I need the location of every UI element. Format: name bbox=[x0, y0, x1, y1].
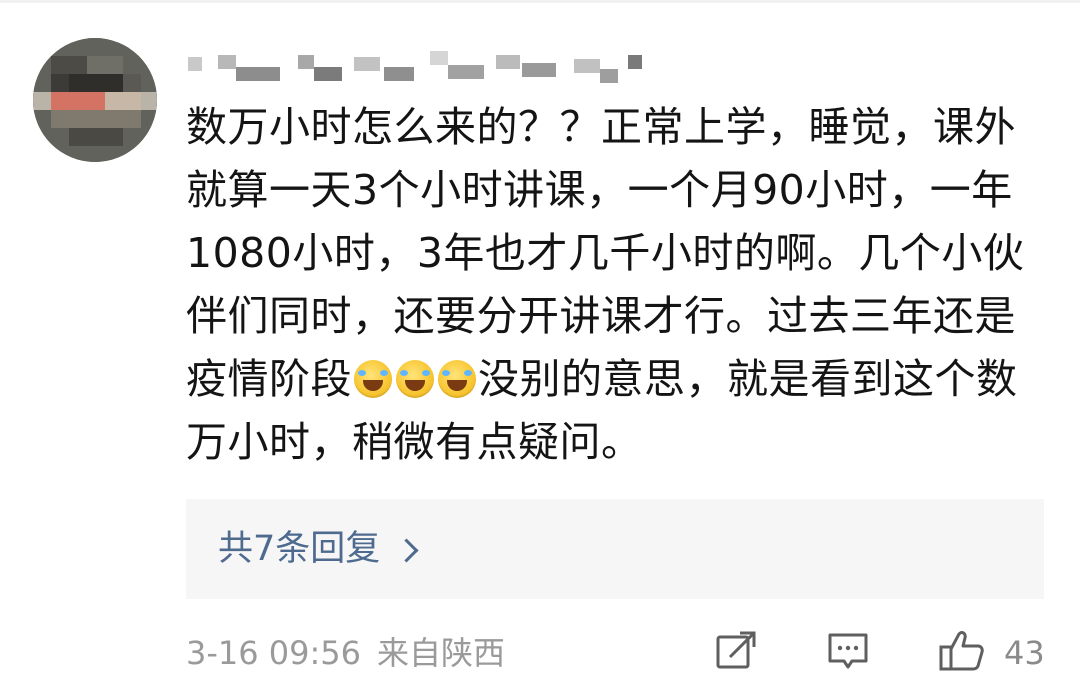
comment-text: 数万小时怎么来的？？正常上学，睡觉，课外就算一天3个小时讲课，一个月90小时，一… bbox=[186, 96, 1046, 474]
laughing-crying-emoji bbox=[438, 360, 476, 398]
laughing-crying-emoji bbox=[396, 360, 434, 398]
timestamp: 3-16 09:56 bbox=[186, 634, 362, 672]
replies-count-label: 共7条回复 bbox=[218, 529, 381, 569]
comment-meta: 3-16 09:56 来自陕西 bbox=[186, 633, 505, 673]
replies-panel[interactable]: 共7条回复 bbox=[186, 499, 1044, 599]
view-replies-link[interactable]: 共7条回复 bbox=[218, 527, 419, 571]
comment-footer: 3-16 09:56 来自陕西 43 bbox=[186, 627, 1045, 679]
like-count: 43 bbox=[1004, 634, 1045, 672]
comment-icon bbox=[828, 633, 868, 669]
like-button[interactable] bbox=[938, 629, 984, 673]
share-button[interactable] bbox=[714, 629, 758, 673]
share-icon bbox=[716, 631, 756, 669]
thumbs-up-icon bbox=[939, 631, 984, 671]
avatar[interactable] bbox=[33, 38, 157, 162]
username[interactable] bbox=[188, 45, 648, 85]
location-source: 来自陕西 bbox=[377, 634, 506, 672]
chevron-right-icon bbox=[394, 537, 419, 563]
laughing-crying-emoji bbox=[354, 360, 392, 398]
top-divider bbox=[0, 0, 1080, 3]
comment-button[interactable] bbox=[826, 629, 870, 673]
